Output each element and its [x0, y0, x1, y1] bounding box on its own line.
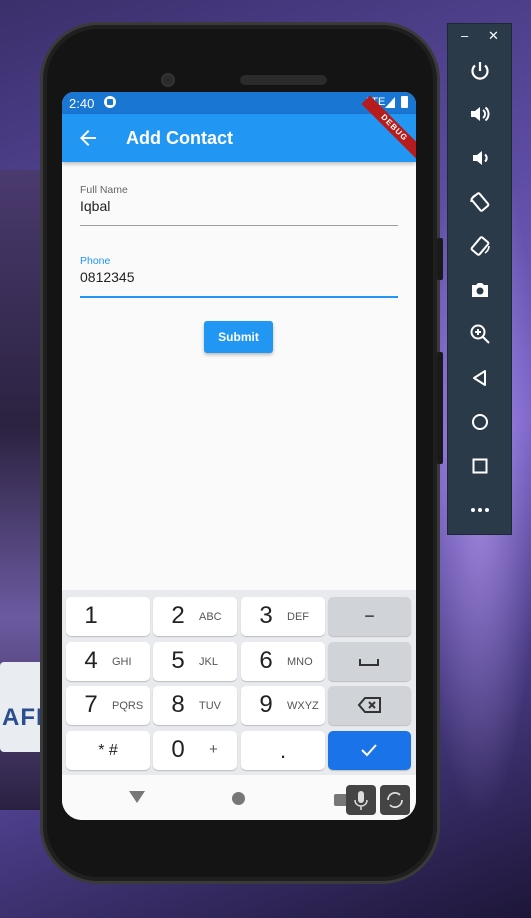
key-9[interactable]: 9 WXYZ	[241, 686, 325, 725]
phone-field[interactable]: Phone 0812345	[80, 255, 398, 299]
more-icon[interactable]	[468, 498, 492, 522]
key-space[interactable]	[328, 642, 411, 681]
key-2[interactable]: 2 ABC	[153, 597, 237, 636]
back-icon[interactable]	[468, 366, 492, 390]
key-8[interactable]: 8 TUV	[153, 686, 237, 725]
key-0[interactable]: 0 +	[153, 731, 237, 770]
app-bar: Add Contact DEBUG	[62, 95, 416, 162]
key-4[interactable]: 4 GHI	[66, 642, 150, 681]
key-done[interactable]	[328, 731, 411, 770]
rotate-suggest-icon[interactable]	[380, 785, 410, 815]
emulator-toolbar: – ✕	[447, 23, 512, 535]
space-icon	[359, 659, 379, 666]
home-icon[interactable]	[468, 410, 492, 434]
background-license-plate: AFE	[0, 662, 52, 752]
volume-down-icon[interactable]	[468, 146, 492, 170]
full-name-label: Full Name	[80, 184, 128, 196]
earpiece-speaker	[240, 75, 327, 85]
key-5[interactable]: 5 JKL	[153, 642, 237, 681]
phone-input[interactable]: 0812345	[80, 269, 135, 285]
power-icon[interactable]	[468, 59, 492, 83]
key-7[interactable]: 7 PQRS	[66, 686, 150, 725]
check-icon	[361, 744, 377, 757]
backspace-icon	[357, 697, 381, 713]
device-screen: 2:40 LTE Add Contact DEBUG Full Name Iqb…	[62, 92, 416, 820]
volume-button	[437, 238, 443, 280]
status-time: 2:40	[69, 96, 95, 111]
key-minus[interactable]: −	[328, 597, 411, 636]
full-name-underline	[80, 225, 398, 226]
back-arrow-icon[interactable]	[76, 126, 100, 150]
rotate-left-icon[interactable]	[468, 190, 492, 214]
full-name-field[interactable]: Full Name Iqbal	[80, 184, 398, 228]
key-6[interactable]: 6 MNO	[241, 642, 325, 681]
microphone-icon[interactable]	[346, 785, 376, 815]
phone-underline	[80, 296, 398, 298]
page-title: Add Contact	[126, 128, 233, 148]
key-backspace[interactable]	[328, 686, 411, 725]
phone-label: Phone	[80, 255, 111, 267]
nav-home-icon[interactable]	[232, 792, 245, 805]
camera-icon[interactable]	[468, 278, 492, 302]
key-3[interactable]: 3 DEF	[241, 597, 325, 636]
minimize-button[interactable]: –	[461, 28, 468, 43]
front-camera	[161, 73, 175, 87]
full-name-input[interactable]: Iqbal	[80, 198, 110, 214]
signal-icon	[385, 97, 395, 108]
system-nav-bar	[62, 775, 416, 820]
key-star-hash[interactable]: * #	[66, 731, 150, 770]
battery-icon	[401, 96, 408, 108]
notification-app-icon	[104, 96, 116, 108]
volume-up-icon[interactable]	[468, 102, 492, 126]
numeric-keyboard: 1 2 ABC 3 DEF − 4 GHI 5 JKL 6 MNO 7 PQRS…	[62, 590, 416, 775]
key-1[interactable]: 1	[66, 597, 150, 636]
overview-icon[interactable]	[468, 454, 492, 478]
close-button[interactable]: ✕	[488, 28, 499, 44]
key-period[interactable]: .	[241, 731, 325, 770]
zoom-icon[interactable]	[468, 322, 492, 346]
rotate-right-icon[interactable]	[468, 234, 492, 258]
nav-back-icon[interactable]	[129, 791, 145, 803]
submit-button[interactable]: Submit	[204, 321, 273, 353]
power-button	[437, 352, 443, 464]
